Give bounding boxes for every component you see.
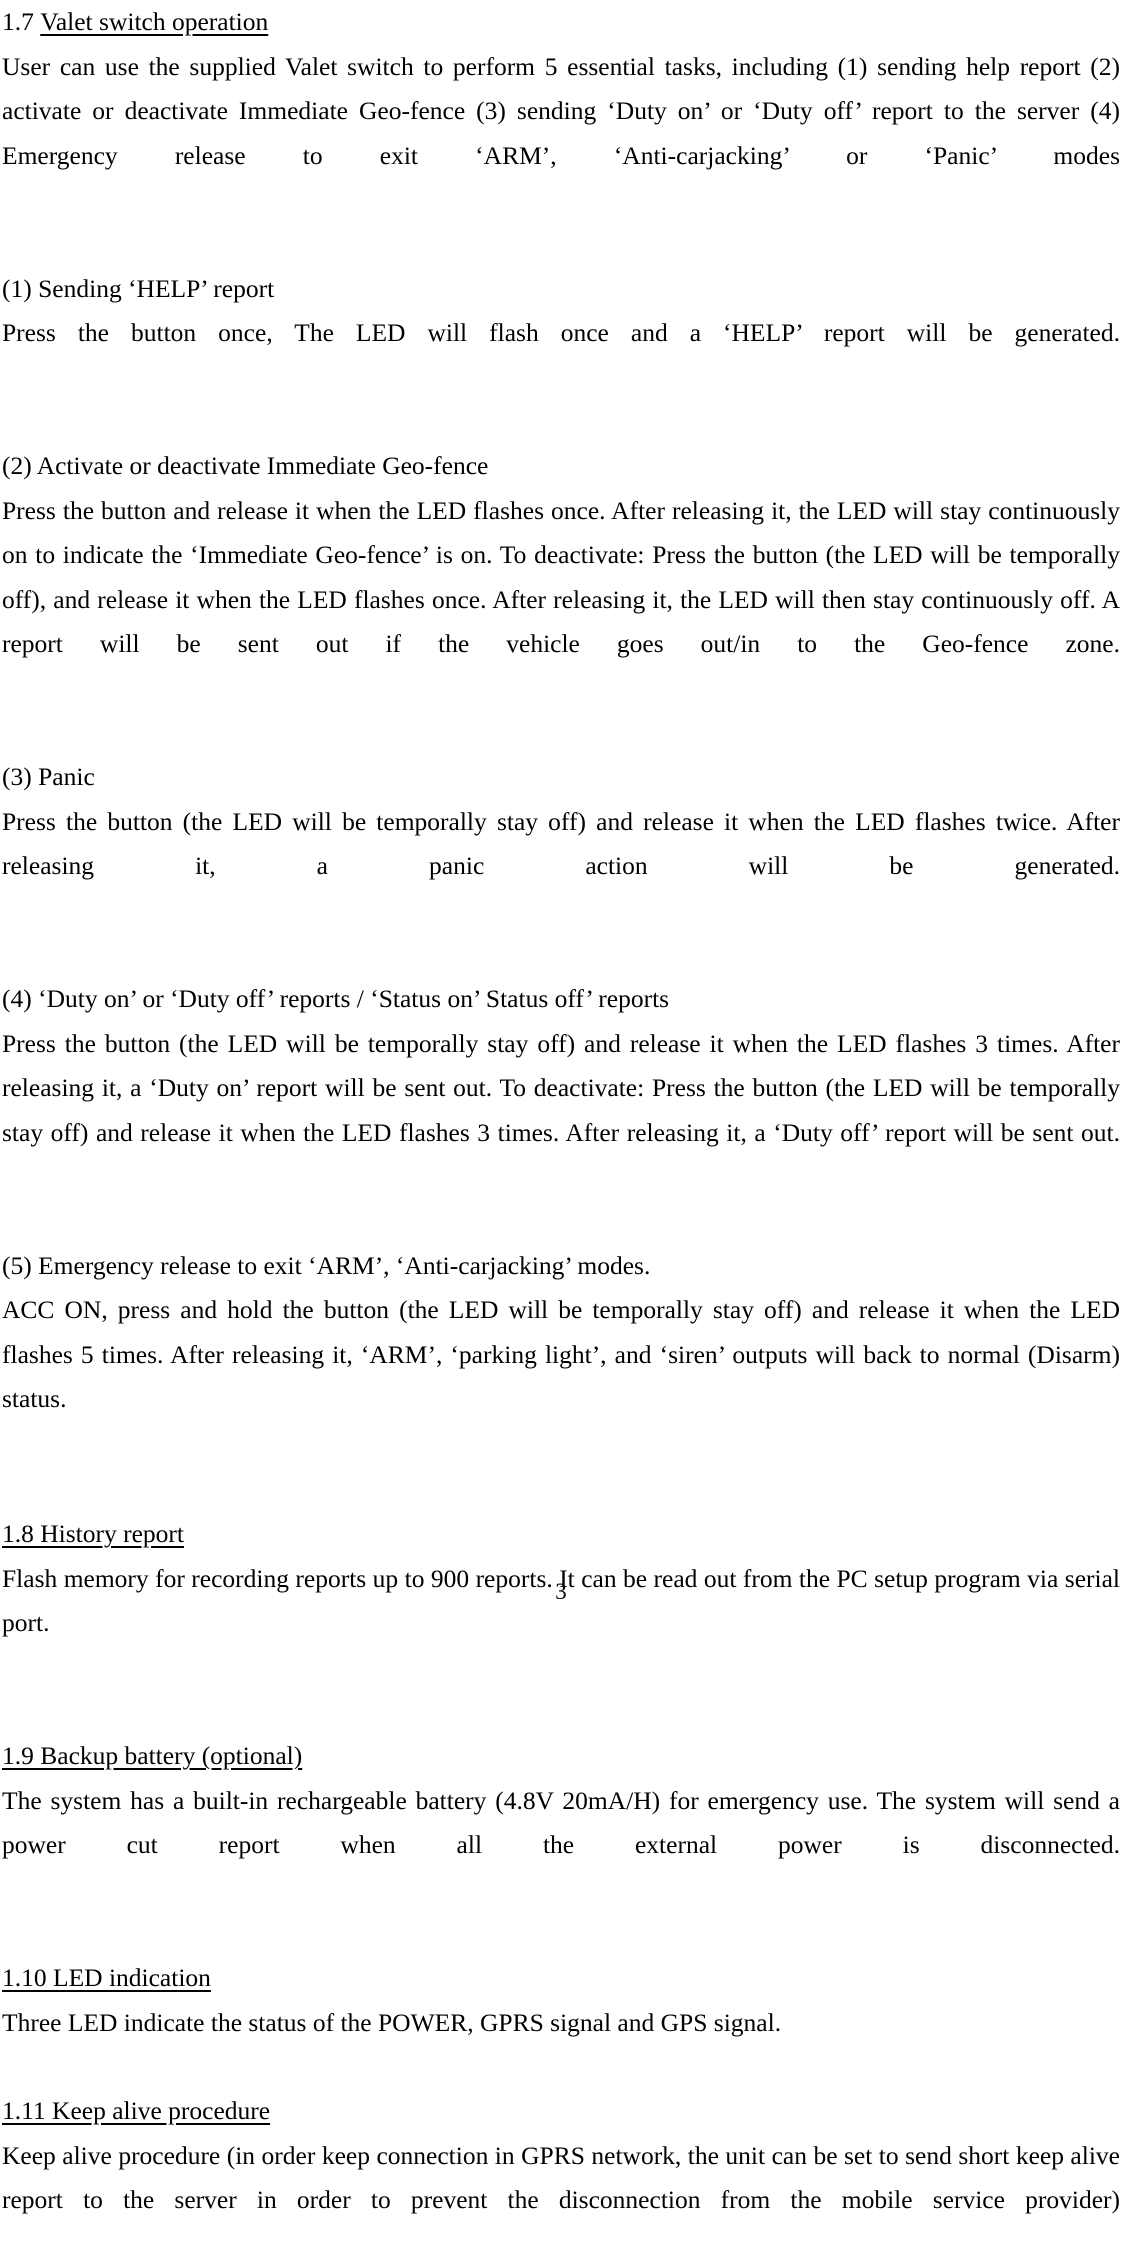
item-5-title: (5) Emergency release to exit ‘ARM’, ‘An… — [2, 1244, 1120, 1289]
item-3-title: (3) Panic — [2, 755, 1120, 800]
section-number-1-7: 1.7 — [2, 7, 34, 36]
section-heading-1-9-text: 1.9 Backup battery (optional) — [2, 1741, 302, 1770]
section-heading-1-7: 1.7 Valet switch operation — [2, 0, 1120, 45]
item-2-body: Press the button and release it when the… — [2, 489, 1120, 712]
section-heading-1-8-text: 1.8 History report — [2, 1519, 184, 1548]
spacer — [2, 2045, 1120, 2089]
section-heading-1-9: 1.9 Backup battery (optional) — [2, 1734, 1120, 1779]
section-heading-1-11-text: 1.11 Keep alive procedure — [2, 2096, 270, 2125]
spacer — [2, 711, 1120, 755]
section-1-11-paragraph: Keep alive procedure (in order keep conn… — [2, 2134, 1120, 2267]
item-5-body: ACC ON, press and hold the button (the L… — [2, 1288, 1120, 1466]
section-heading-1-7-text: Valet switch operation — [40, 7, 268, 36]
section-heading-1-10-text: 1.10 LED indication — [2, 1963, 211, 1992]
item-4-body: Press the button (the LED will be tempor… — [2, 1022, 1120, 1200]
section-1-7-paragraph: User can use the supplied Valet switch t… — [2, 45, 1120, 223]
item-1-body: Press the button once, The LED will flas… — [2, 311, 1120, 400]
spacer — [2, 1690, 1120, 1734]
section-1-9-paragraph: The system has a built-in rechargeable b… — [2, 1779, 1120, 1913]
spacer — [2, 933, 1120, 977]
document-page: 1.7 Valet switch operation User can use … — [0, 0, 1122, 1623]
section-heading-1-8: 1.8 History report — [2, 1512, 1120, 1557]
spacer — [2, 223, 1120, 267]
section-1-10-paragraph: Three LED indicate the status of the POW… — [2, 2001, 1120, 2046]
section-heading-1-10: 1.10 LED indication — [2, 1956, 1120, 2001]
item-4-title: (4) ‘Duty on’ or ‘Duty off’ reports / ‘S… — [2, 977, 1120, 1022]
spacer — [2, 1200, 1120, 1244]
spacer — [2, 1466, 1120, 1512]
item-1-title: (1) Sending ‘HELP’ report — [2, 267, 1120, 312]
section-1-8-paragraph: Flash memory for recording reports up to… — [2, 1557, 1120, 1691]
spacer — [2, 1912, 1120, 1956]
spacer — [2, 400, 1120, 444]
item-3-body: Press the button (the LED will be tempor… — [2, 800, 1120, 934]
page-number: 3 — [0, 1578, 1122, 1606]
section-heading-1-11: 1.11 Keep alive procedure — [2, 2089, 1120, 2134]
item-2-title: (2) Activate or deactivate Immediate Geo… — [2, 444, 1120, 489]
